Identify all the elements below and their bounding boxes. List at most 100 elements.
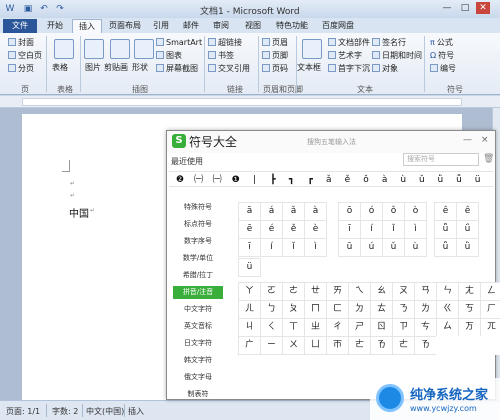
wordart-button[interactable]: 艺术字 (328, 51, 362, 61)
symbol-cell[interactable]: ㄜ (282, 282, 305, 301)
recent-symbol[interactable]: ǒ (359, 174, 373, 186)
symbol-cell[interactable]: ㄮ (392, 336, 415, 355)
symbol-cell[interactable]: ǐ (282, 238, 305, 257)
category-item[interactable]: 标点符号 (173, 218, 223, 231)
clipart-label[interactable]: 剪贴画 (104, 63, 128, 73)
numbering-button[interactable]: 编号 (430, 64, 456, 74)
symbol-cell[interactable]: ㄐ (238, 318, 261, 337)
symbol-cell[interactable]: ī (238, 238, 261, 257)
symbol-cell[interactable]: ㄚ (238, 282, 261, 301)
symbol-cell[interactable]: ㄕ (348, 318, 371, 337)
symbol-cell[interactable]: ǐ (382, 220, 405, 239)
cover-button[interactable]: 封面 (8, 38, 34, 48)
symbol-cell[interactable]: ì (404, 220, 427, 239)
symbol-cell[interactable]: ㄛ (260, 282, 283, 301)
tab-review[interactable]: 审阅 (208, 19, 234, 33)
symbol-cell[interactable]: ㄬ (238, 336, 261, 355)
symbol-cell[interactable]: ㄆ (282, 300, 305, 319)
bookmark-button[interactable]: 书签 (208, 51, 234, 61)
symbol-cell[interactable]: ㄞ (326, 282, 349, 301)
symbol-cell[interactable]: ㄖ (370, 318, 393, 337)
symbol-cell[interactable]: ǘ (456, 220, 479, 239)
symbol-cell[interactable]: ㄊ (370, 300, 393, 319)
horizontal-ruler[interactable] (0, 96, 500, 108)
recent-symbol[interactable]: ǔ (415, 174, 429, 186)
recent-symbol[interactable]: ㈠ (210, 174, 224, 186)
signature-line-button[interactable]: 签名行 (372, 38, 406, 48)
trash-icon[interactable]: 🗑 (483, 154, 494, 164)
symbol-cell[interactable]: ㄗ (392, 318, 415, 337)
symbol-cell[interactable]: ù (404, 238, 427, 257)
table-label[interactable]: 表格 (52, 63, 68, 73)
symbol-cell[interactable]: ㄝ (304, 282, 327, 301)
panel-header[interactable]: S 符号大全 搜狗五笔输入法 — × (167, 131, 495, 153)
object-button[interactable]: 对象 (372, 64, 398, 74)
symbol-cell[interactable]: ê (434, 202, 457, 221)
panel-close-button[interactable]: × (481, 135, 489, 145)
tab-file[interactable]: 文件 (3, 19, 37, 33)
category-item[interactable]: 中文字符 (173, 303, 223, 316)
symbol-cell[interactable]: ǔ (382, 238, 405, 257)
symbol-cell[interactable]: è (304, 220, 327, 239)
picture-label[interactable]: 图片 (85, 63, 101, 73)
recent-symbol[interactable]: ǜ (433, 174, 447, 186)
shapes-label[interactable]: 形状 (132, 63, 148, 73)
screenshot-button[interactable]: 屏幕截图 (156, 64, 198, 74)
insert-mode[interactable]: 插入 (128, 406, 144, 417)
hyperlink-button[interactable]: 超链接 (208, 38, 242, 48)
category-item[interactable]: 特殊符号 (173, 201, 223, 214)
symbol-cell[interactable]: á (260, 202, 283, 221)
drop-cap-button[interactable]: 首字下沉 (328, 64, 370, 74)
category-item[interactable]: 日文字符 (173, 337, 223, 350)
recent-symbol[interactable]: ┏ (303, 174, 317, 186)
recent-symbol[interactable]: ù (396, 174, 410, 186)
blank-page-button[interactable]: 空白页 (8, 51, 42, 61)
symbol-cell[interactable]: ㄡ (392, 282, 415, 301)
symbol-cell[interactable]: ㄉ (348, 300, 371, 319)
symbol-cell[interactable]: ㄩ (304, 336, 327, 355)
symbol-cell[interactable]: ㄮ (348, 336, 371, 355)
symbol-cell[interactable]: ㄎ (458, 300, 481, 319)
page-number-button[interactable]: 页码 (262, 64, 288, 74)
recent-symbol[interactable]: ㈠ (192, 174, 206, 186)
tab-page-layout[interactable]: 页面布局 (104, 19, 146, 33)
symbol-cell[interactable]: ㄒ (282, 318, 305, 337)
equation-button[interactable]: π 公式 (430, 38, 453, 48)
panel-minimize-button[interactable]: — (463, 135, 472, 145)
save-icon[interactable]: ▣ (22, 3, 34, 15)
recent-symbol[interactable]: ❶ (229, 174, 243, 186)
symbol-cell[interactable]: ā (238, 202, 261, 221)
symbol-cell[interactable]: ō (338, 202, 361, 221)
symbol-cell[interactable]: ě (282, 220, 305, 239)
maximize-button[interactable]: □ (458, 2, 472, 14)
symbol-cell[interactable]: ㄫ (480, 318, 500, 337)
close-button[interactable]: ✕ (476, 2, 490, 14)
symbol-cell[interactable]: ㄤ (458, 282, 481, 301)
table-icon[interactable] (54, 39, 74, 59)
symbol-cell[interactable]: ó (360, 202, 383, 221)
symbol-cell[interactable]: ㄈ (326, 300, 349, 319)
symbol-cell[interactable]: ㄘ (414, 318, 437, 337)
recent-symbol[interactable]: ❷ (173, 174, 187, 186)
symbol-cell[interactable]: ㄯ (370, 336, 393, 355)
symbol-cell[interactable]: ㄋ (392, 300, 415, 319)
language[interactable]: 中文(中国) (86, 406, 124, 417)
symbol-cell[interactable]: ü (238, 258, 261, 277)
symbol-cell[interactable]: ì (304, 238, 327, 257)
recent-symbol[interactable]: ü (471, 174, 485, 186)
cross-reference-button[interactable]: 交叉引用 (208, 64, 250, 74)
textbox-label[interactable]: 文本框 (297, 63, 321, 73)
symbol-cell[interactable]: ㄓ (304, 318, 327, 337)
tab-home[interactable]: 开始 (42, 19, 68, 33)
symbol-cell[interactable]: ㄥ (480, 282, 500, 301)
document-text[interactable]: 中国 (69, 205, 89, 220)
symbol-cell[interactable]: í (260, 238, 283, 257)
clipart-icon[interactable] (110, 39, 130, 59)
symbol-cell[interactable]: í (360, 220, 383, 239)
symbol-cell[interactable]: ǜ (456, 238, 479, 257)
symbol-cell[interactable]: ㄇ (304, 300, 327, 319)
picture-icon[interactable] (84, 39, 104, 59)
recent-symbol[interactable]: à (378, 174, 392, 186)
symbol-cell[interactable]: ㄣ (436, 282, 459, 301)
symbol-cell[interactable]: ī (338, 220, 361, 239)
